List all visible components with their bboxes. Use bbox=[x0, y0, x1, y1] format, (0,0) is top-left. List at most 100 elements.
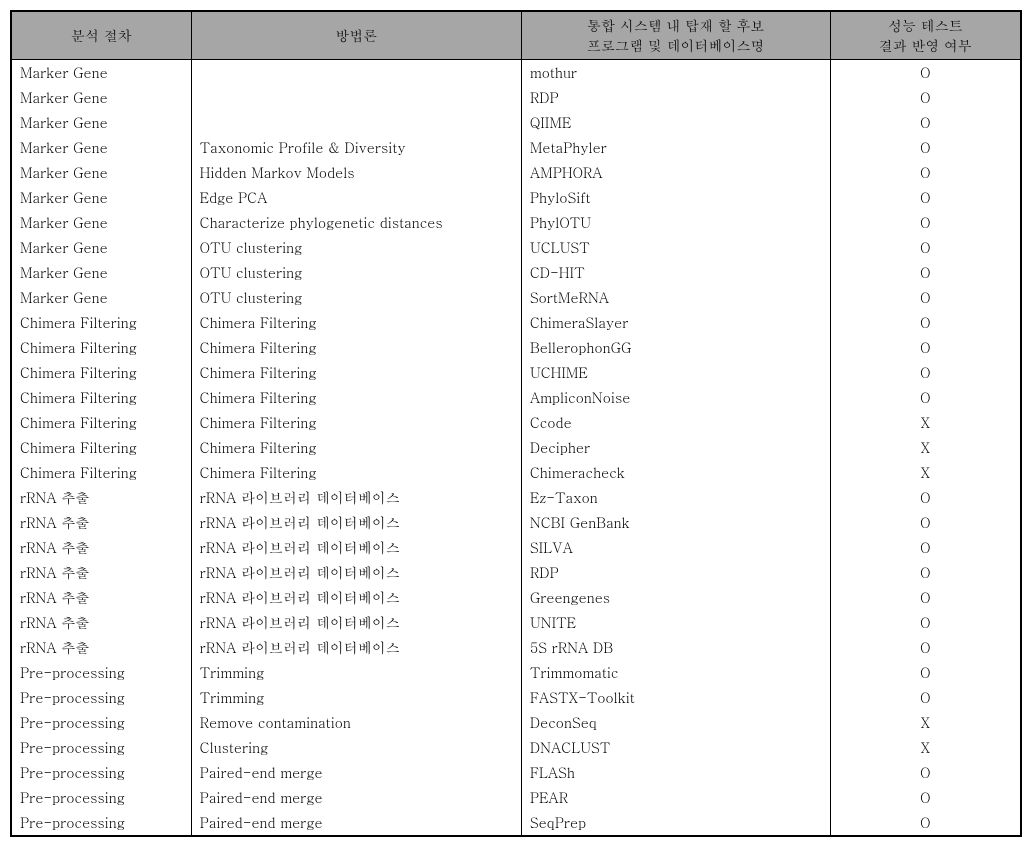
cell-analysis-procedure: Chimera Filtering bbox=[11, 385, 191, 410]
cell-performance-result: O bbox=[830, 560, 1021, 585]
cell-candidate-program: NCBI GenBank bbox=[521, 510, 830, 535]
cell-analysis-procedure: Marker Gene bbox=[11, 210, 191, 235]
table-row: Marker GenemothurO bbox=[11, 60, 1021, 86]
table-row: Marker GeneOTU clusteringSortMeRNAO bbox=[11, 285, 1021, 310]
cell-methodology bbox=[191, 85, 521, 110]
header-analysis-procedure: 분석 절차 bbox=[11, 11, 191, 60]
cell-methodology: rRNA 라이브러리 데이터베이스 bbox=[191, 585, 521, 610]
cell-candidate-program: Ccode bbox=[521, 410, 830, 435]
cell-methodology: Chimera Filtering bbox=[191, 410, 521, 435]
cell-analysis-procedure: Pre-processing bbox=[11, 660, 191, 685]
cell-performance-result: O bbox=[830, 335, 1021, 360]
cell-methodology: Remove contamination bbox=[191, 710, 521, 735]
cell-performance-result: X bbox=[830, 710, 1021, 735]
cell-analysis-procedure: Marker Gene bbox=[11, 285, 191, 310]
cell-analysis-procedure: Pre-processing bbox=[11, 735, 191, 760]
cell-methodology: Chimera Filtering bbox=[191, 460, 521, 485]
cell-methodology: Trimming bbox=[191, 685, 521, 710]
cell-candidate-program: DNACLUST bbox=[521, 735, 830, 760]
cell-performance-result: X bbox=[830, 460, 1021, 485]
cell-analysis-procedure: rRNA 추출 bbox=[11, 510, 191, 535]
cell-candidate-program: UNITE bbox=[521, 610, 830, 635]
cell-candidate-program: SeqPrep bbox=[521, 810, 830, 836]
cell-performance-result: O bbox=[830, 685, 1021, 710]
cell-analysis-procedure: Marker Gene bbox=[11, 85, 191, 110]
table-row: Marker GeneCharacterize phylogenetic dis… bbox=[11, 210, 1021, 235]
table-row: rRNA 추출rRNA 라이브러리 데이터베이스SILVAO bbox=[11, 535, 1021, 560]
table-row: Marker GeneTaxonomic Profile & Diversity… bbox=[11, 135, 1021, 160]
cell-candidate-program: Decipher bbox=[521, 435, 830, 460]
cell-analysis-procedure: Chimera Filtering bbox=[11, 460, 191, 485]
cell-analysis-procedure: Chimera Filtering bbox=[11, 335, 191, 360]
cell-methodology bbox=[191, 60, 521, 86]
cell-methodology: Chimera Filtering bbox=[191, 360, 521, 385]
table-row: Marker GeneQIIMEO bbox=[11, 110, 1021, 135]
cell-candidate-program: SILVA bbox=[521, 535, 830, 560]
cell-performance-result: O bbox=[830, 185, 1021, 210]
cell-performance-result: O bbox=[830, 260, 1021, 285]
cell-candidate-program: QIIME bbox=[521, 110, 830, 135]
cell-performance-result: O bbox=[830, 610, 1021, 635]
cell-candidate-program: PhyloSift bbox=[521, 185, 830, 210]
table-row: Marker GeneEdge PCAPhyloSiftO bbox=[11, 185, 1021, 210]
header-candidate-line1: 통합 시스템 내 탑재 할 후보 bbox=[587, 15, 764, 35]
table-row: Pre-processingTrimmingFASTX-ToolkitO bbox=[11, 685, 1021, 710]
table-row: Chimera FilteringChimera FilteringChimer… bbox=[11, 310, 1021, 335]
cell-methodology: Edge PCA bbox=[191, 185, 521, 210]
table-row: Pre-processingPaired-end mergeFLAShO bbox=[11, 760, 1021, 785]
table-row: Chimera FilteringChimera FilteringUCHIME… bbox=[11, 360, 1021, 385]
cell-analysis-procedure: Chimera Filtering bbox=[11, 310, 191, 335]
cell-analysis-procedure: Marker Gene bbox=[11, 60, 191, 86]
cell-methodology: rRNA 라이브러리 데이터베이스 bbox=[191, 560, 521, 585]
header-perf-line1: 성능 테스트 bbox=[888, 15, 963, 35]
cell-candidate-program: AMPHORA bbox=[521, 160, 830, 185]
cell-performance-result: O bbox=[830, 235, 1021, 260]
table-row: Marker GeneHidden Markov ModelsAMPHORAO bbox=[11, 160, 1021, 185]
cell-candidate-program: Ez-Taxon bbox=[521, 485, 830, 510]
cell-performance-result: O bbox=[830, 660, 1021, 685]
header-perf-line2: 결과 반영 여부 bbox=[879, 35, 972, 55]
cell-candidate-program: PEAR bbox=[521, 785, 830, 810]
cell-analysis-procedure: Marker Gene bbox=[11, 160, 191, 185]
cell-methodology: Chimera Filtering bbox=[191, 335, 521, 360]
cell-methodology: Chimera Filtering bbox=[191, 435, 521, 460]
table-row: Marker GeneRDPO bbox=[11, 85, 1021, 110]
cell-performance-result: X bbox=[830, 435, 1021, 460]
cell-analysis-procedure: rRNA 추출 bbox=[11, 485, 191, 510]
cell-candidate-program: UCHIME bbox=[521, 360, 830, 385]
cell-analysis-procedure: Marker Gene bbox=[11, 260, 191, 285]
cell-performance-result: X bbox=[830, 735, 1021, 760]
cell-analysis-procedure: rRNA 추출 bbox=[11, 635, 191, 660]
cell-analysis-procedure: Marker Gene bbox=[11, 185, 191, 210]
cell-performance-result: O bbox=[830, 810, 1021, 836]
cell-candidate-program: Trimmomatic bbox=[521, 660, 830, 685]
cell-candidate-program: mothur bbox=[521, 60, 830, 86]
cell-performance-result: O bbox=[830, 85, 1021, 110]
cell-analysis-procedure: Marker Gene bbox=[11, 235, 191, 260]
cell-candidate-program: MetaPhyler bbox=[521, 135, 830, 160]
table-row: rRNA 추출rRNA 라이브러리 데이터베이스5S rRNA DBO bbox=[11, 635, 1021, 660]
cell-candidate-program: CD-HIT bbox=[521, 260, 830, 285]
cell-performance-result: O bbox=[830, 585, 1021, 610]
cell-analysis-procedure: Chimera Filtering bbox=[11, 360, 191, 385]
table-row: Pre-processingPaired-end mergeSeqPrepO bbox=[11, 810, 1021, 836]
cell-performance-result: O bbox=[830, 160, 1021, 185]
cell-performance-result: O bbox=[830, 635, 1021, 660]
cell-candidate-program: Greengenes bbox=[521, 585, 830, 610]
cell-performance-result: O bbox=[830, 385, 1021, 410]
cell-methodology: Paired-end merge bbox=[191, 760, 521, 785]
table-row: Chimera FilteringChimera FilteringAmplic… bbox=[11, 385, 1021, 410]
cell-methodology: Chimera Filtering bbox=[191, 310, 521, 335]
cell-methodology: OTU clustering bbox=[191, 235, 521, 260]
cell-performance-result: O bbox=[830, 210, 1021, 235]
table-row: Pre-processingClusteringDNACLUSTX bbox=[11, 735, 1021, 760]
cell-performance-result: O bbox=[830, 535, 1021, 560]
cell-candidate-program: FLASh bbox=[521, 760, 830, 785]
cell-candidate-program: UCLUST bbox=[521, 235, 830, 260]
cell-candidate-program: RDP bbox=[521, 560, 830, 585]
cell-methodology: rRNA 라이브러리 데이터베이스 bbox=[191, 535, 521, 560]
cell-methodology: Taxonomic Profile & Diversity bbox=[191, 135, 521, 160]
table-row: Marker GeneOTU clusteringCD-HITO bbox=[11, 260, 1021, 285]
cell-candidate-program: 5S rRNA DB bbox=[521, 635, 830, 660]
cell-analysis-procedure: Chimera Filtering bbox=[11, 410, 191, 435]
